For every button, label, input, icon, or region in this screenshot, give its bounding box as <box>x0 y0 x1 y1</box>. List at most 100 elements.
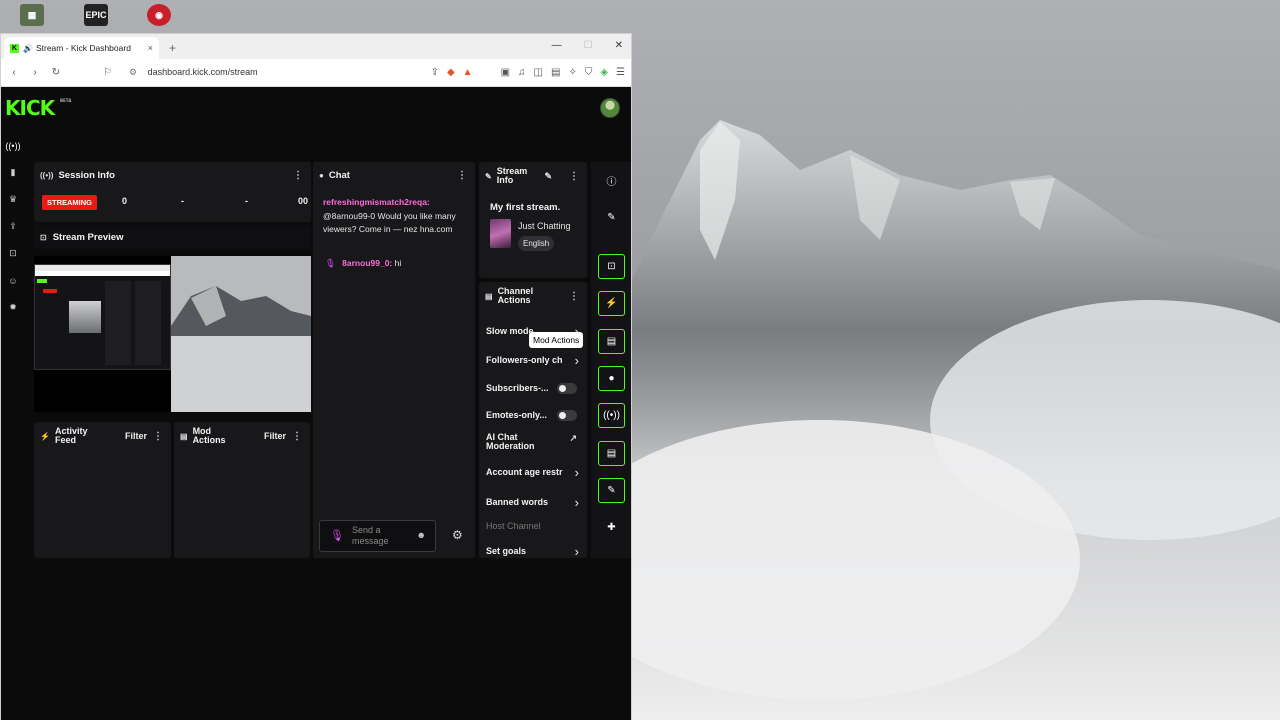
new-tab-button[interactable]: + <box>169 41 176 55</box>
more-options-icon[interactable]: ⋮ <box>153 431 163 442</box>
session-stat: - <box>245 196 248 206</box>
more-options-icon[interactable]: ⋮ <box>569 171 579 182</box>
info-icon[interactable]: ⓘ <box>598 168 625 193</box>
chat-panel: ● Chat ⋮ refreshingmismatch2reqa: @8arno… <box>313 162 475 558</box>
minimize-button[interactable]: — <box>552 40 562 51</box>
stream-category[interactable]: Just Chatting <box>518 221 571 231</box>
wallet-icon[interactable]: ▤ <box>551 67 560 78</box>
panel-title: Session Info <box>58 169 115 181</box>
emotes-only-toggle[interactable] <box>557 410 577 421</box>
title-line: Info <box>496 175 514 185</box>
app-icon: ▦ <box>20 4 44 26</box>
stream-preview-toggle-icon[interactable]: ⊡ <box>598 254 625 279</box>
panel-title: Stream Info <box>497 167 528 185</box>
desktop-icon-epic[interactable]: EPIC <box>76 4 116 36</box>
extensions-icon[interactable]: ▣ <box>501 67 510 78</box>
close-window-button[interactable]: ✕ <box>615 40 623 51</box>
account-age-action[interactable]: Account age restr › <box>486 465 579 481</box>
reload-icon[interactable]: ↻ <box>48 67 64 78</box>
brave-shields-icon[interactable]: ◆ <box>447 67 455 78</box>
broadcast-icon: ((•)) <box>40 170 54 180</box>
placeholder-line: message <box>352 536 389 546</box>
camera-icon[interactable]: ⊡ <box>1 240 25 267</box>
music-icon[interactable]: ♫ <box>518 67 526 78</box>
session-info-panel: ((•)) Session Info ⋮ STREAMING 0 - - 00 <box>34 162 311 222</box>
emoji-icon[interactable]: ☻ <box>417 530 426 540</box>
users-icon[interactable]: ☺ <box>1 267 25 294</box>
chat-input[interactable]: 🎙 Send a message ☻ <box>319 520 436 552</box>
channel-actions-panel: ▤ Channel Actions ⋮ Slow mode › Follower… <box>479 282 587 560</box>
vpn-icon[interactable]: ⛉ <box>585 67 593 78</box>
beta-badge: BETA <box>60 98 72 103</box>
chevron-right-icon: › <box>574 353 579 368</box>
followers-only-action[interactable]: Followers-only ch › <box>486 353 579 369</box>
extension-leaf-icon[interactable]: ◈ <box>600 67 608 78</box>
placeholder-line: Send a <box>352 525 381 535</box>
toolbar-icons: ⇪ ◆ ▲ ▣ ♫ ◫ ▤ ✧ ⛉ ◈ ☰ <box>431 67 625 78</box>
chat-username[interactable]: refreshingmismatch2reqa: <box>323 197 430 207</box>
chat-message-text: @8arnou99-0 Would you like many viewers?… <box>323 210 456 235</box>
screen-icon: ⊡ <box>40 232 47 242</box>
action-label: Slow mode <box>486 326 534 336</box>
activity-feed-panel: ⚡ Activity Feed Filter ⋮ <box>34 422 171 558</box>
set-goals-action[interactable]: Set goals › <box>486 544 579 560</box>
more-options-icon[interactable]: ⋮ <box>569 291 579 302</box>
mic-icon[interactable]: 🎙 <box>330 529 344 542</box>
stream-preview-video[interactable] <box>34 256 311 412</box>
leo-icon[interactable]: ✧ <box>568 67 576 78</box>
banned-words-action[interactable]: Banned words › <box>486 495 579 511</box>
user-avatar[interactable] <box>600 98 620 118</box>
mod-actions-toggle-icon[interactable]: ▤ <box>598 329 625 354</box>
document-icon[interactable]: ▮ <box>1 159 25 186</box>
brave-rewards-icon[interactable]: ▲ <box>463 67 473 78</box>
settings-icon[interactable]: ✹ <box>1 294 25 321</box>
more-options-icon[interactable]: ⋮ <box>293 170 303 181</box>
upload-icon[interactable]: ⇪ <box>1 213 25 240</box>
sidebar-icon[interactable]: ◫ <box>534 67 543 78</box>
channel-actions-toggle-icon[interactable]: ▤ <box>598 441 625 466</box>
more-options-icon[interactable]: ⋮ <box>292 431 302 442</box>
activity-feed-toggle-icon[interactable]: ⚡ <box>598 291 625 316</box>
desktop-icon-1[interactable]: ▦ <box>12 4 52 36</box>
chat-message: 🎙 8arnou99_0: hi <box>325 258 401 269</box>
chat-toggle-icon[interactable]: ● <box>598 366 625 391</box>
kick-logo[interactable]: KICK BETA <box>5 96 71 120</box>
chat-username[interactable]: 8arnou99_0: <box>342 258 392 268</box>
stream-info-toggle-icon[interactable]: ✎ <box>598 478 625 503</box>
session-info-toggle-icon[interactable]: ((•)) <box>598 403 625 428</box>
filter-button[interactable]: Filter <box>125 431 147 441</box>
host-channel-action: Host Channel <box>486 521 579 535</box>
session-stats: STREAMING 0 - - 00 <box>42 192 311 210</box>
preview-mountain-image <box>171 256 311 412</box>
ai-chat-moderation-action[interactable]: AI Chat Moderation ↗ <box>486 433 579 453</box>
subscribers-only-action: Subscribers-... <box>486 383 579 397</box>
broadcast-icon[interactable]: ((•)) <box>1 132 25 159</box>
forward-icon[interactable]: › <box>27 67 43 78</box>
action-label: Followers-only ch <box>486 355 563 365</box>
trophy-icon[interactable]: ♛ <box>1 186 25 213</box>
more-options-icon[interactable]: ⋮ <box>457 170 467 181</box>
logo-text: KICK <box>5 96 55 120</box>
chat-settings-icon[interactable]: ⚙ <box>452 528 463 542</box>
back-icon[interactable]: ‹ <box>6 67 22 78</box>
edit-icon[interactable]: ✎ <box>544 171 552 182</box>
filter-button[interactable]: Filter <box>264 431 286 441</box>
desktop-icon-3[interactable]: ◉ <box>139 4 179 36</box>
browser-tab[interactable]: K 🔊 Stream - Kick Dashboard × <box>4 37 159 59</box>
bookmark-icon[interactable]: ⚐ <box>103 67 112 78</box>
action-label: Account age restr <box>486 467 563 477</box>
speaker-icon[interactable]: 🔊 <box>23 44 33 53</box>
kick-favicon-icon: K <box>10 43 19 53</box>
chat-bubble-icon: ● <box>319 170 324 180</box>
edit-icon[interactable]: ✎ <box>598 205 625 230</box>
subscribers-only-toggle[interactable] <box>557 383 577 394</box>
add-widget-icon[interactable]: ✚ <box>598 515 625 540</box>
site-info-icon[interactable]: ⚙ <box>129 67 137 77</box>
mod-actions-panel: ▤ Mod Actions Filter ⋮ <box>174 422 310 558</box>
maximize-button[interactable]: ☐ <box>584 40 593 51</box>
action-label: Moderation <box>486 441 535 451</box>
share-icon[interactable]: ⇪ <box>431 67 439 78</box>
address-bar[interactable]: ⚙ dashboard.kick.com/stream <box>129 67 258 78</box>
menu-icon[interactable]: ☰ <box>616 67 625 78</box>
tab-close-icon[interactable]: × <box>148 43 153 53</box>
